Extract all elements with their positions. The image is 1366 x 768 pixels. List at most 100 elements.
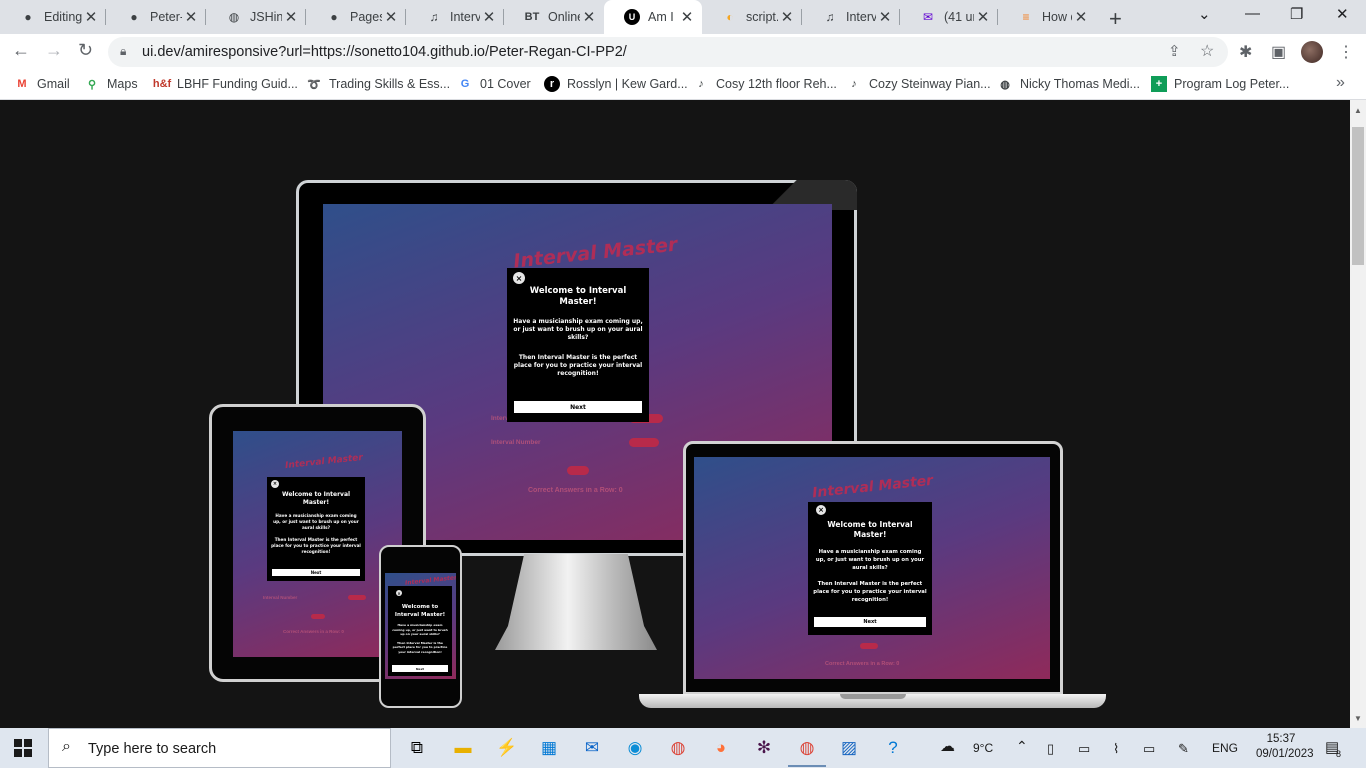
bookmark-rosslyn[interactable]: r Rosslyn | Kew Gard...	[544, 76, 688, 92]
weather-icon[interactable]: ☁	[940, 737, 955, 755]
photos-icon[interactable]: ▨	[837, 736, 861, 760]
tab[interactable]: ✉ (41 un ✕	[900, 0, 998, 34]
bookmark-gmail[interactable]: M Gmail	[14, 76, 69, 92]
submit-button[interactable]	[860, 643, 878, 649]
tab[interactable]: ● Peter-R ✕	[106, 0, 206, 34]
address-bar[interactable]: 🔒︎ ui.dev/amiresponsive?url=https://sone…	[108, 37, 1228, 67]
submit-button[interactable]	[567, 466, 589, 475]
bookmark-trading[interactable]: ➰ Trading Skills & Ess...	[306, 76, 450, 92]
help-icon[interactable]: ?	[881, 736, 905, 760]
next-button[interactable]: Next	[514, 401, 642, 413]
chrome-active-icon[interactable]: ◍	[795, 736, 819, 760]
close-tab-icon[interactable]: ✕	[778, 8, 796, 26]
mail-icon[interactable]: ✉	[580, 736, 604, 760]
interval-number-select[interactable]	[629, 438, 659, 447]
interval-number-select[interactable]	[348, 595, 366, 600]
tab[interactable]: ◍ JSHint ✕	[206, 0, 306, 34]
close-modal-icon[interactable]: ×	[816, 505, 826, 515]
next-button[interactable]: Next	[392, 665, 448, 672]
tab[interactable]: ◐ script.j ✕	[702, 0, 802, 34]
tab[interactable]: ♫ Interva ✕	[802, 0, 900, 34]
scrollbar-thumb[interactable]	[1352, 127, 1364, 265]
tab-title: Editing	[44, 10, 82, 24]
music-note-icon: ♪	[851, 78, 857, 90]
bookmark-star-icon[interactable]: ☆	[1200, 41, 1214, 61]
close-tab-icon[interactable]: ✕	[182, 8, 200, 26]
windows-start-icon[interactable]	[14, 739, 32, 757]
tab[interactable]: ● Pages ✕	[306, 0, 406, 34]
profile-avatar[interactable]	[1301, 41, 1323, 63]
forward-icon[interactable]: →	[45, 40, 63, 61]
back-icon[interactable]: ←	[12, 40, 30, 61]
close-tab-icon[interactable]: ✕	[282, 8, 300, 26]
firefox-icon[interactable]: ◕	[709, 736, 733, 760]
bookmark-cosy[interactable]: ♪ Cosy 12th floor Reh...	[693, 76, 837, 92]
tray-device-icon[interactable]: ▯	[1047, 741, 1054, 757]
edge-icon[interactable]: ◉	[623, 736, 647, 760]
next-button[interactable]: Next	[814, 617, 926, 627]
new-tab-button[interactable]: +	[1109, 6, 1122, 32]
bookmark-maps[interactable]: ⚲ Maps	[84, 76, 138, 92]
reload-icon[interactable]: ↻	[78, 40, 93, 61]
welcome-modal: × Welcome to Interval Master! Have a mus…	[808, 502, 932, 635]
tab[interactable]: ≡ How d ✕	[998, 0, 1096, 34]
close-tab-icon[interactable]: ✕	[876, 8, 894, 26]
bookmark-program-log[interactable]: + Program Log Peter...	[1151, 76, 1289, 92]
submit-button[interactable]	[311, 614, 325, 619]
network-icon[interactable]: ⌇	[1113, 741, 1119, 757]
scroll-down-icon[interactable]: ▼	[1354, 714, 1362, 723]
scroll-up-icon[interactable]: ▲	[1354, 106, 1362, 115]
lock-icon[interactable]: 🔒︎	[120, 44, 126, 59]
clock[interactable]: 15:37 09/01/2023	[1256, 732, 1314, 762]
next-button[interactable]: Next	[272, 569, 360, 576]
language-indicator[interactable]: ENG	[1212, 741, 1238, 755]
close-tab-icon[interactable]: ✕	[580, 8, 598, 26]
bookmark-lbhf[interactable]: h&f LBHF Funding Guid...	[153, 76, 298, 92]
tab[interactable]: BT Online ✕	[504, 0, 604, 34]
share-icon[interactable]: ⇪	[1168, 42, 1181, 60]
vscode-icon[interactable]: ⚡	[495, 736, 519, 760]
bookmark-nicky[interactable]: ◍ Nicky Thomas Medi...	[997, 76, 1140, 92]
page-scrollbar[interactable]: ▲ ▼	[1350, 100, 1366, 728]
task-view-icon[interactable]: ⧉	[405, 736, 429, 760]
bookmark-cover[interactable]: G 01 Cover	[457, 76, 531, 92]
tab[interactable]: ♫ Interva ✕	[406, 0, 504, 34]
close-modal-icon[interactable]: ×	[271, 480, 279, 488]
slack-icon[interactable]: ✻	[752, 736, 776, 760]
tab[interactable]: ● Editing ✕	[0, 0, 106, 34]
side-panel-icon[interactable]: ▣	[1271, 42, 1286, 62]
bookmark-steinway[interactable]: ♪ Cozy Steinway Pian...	[846, 76, 990, 92]
close-tab-icon[interactable]: ✕	[382, 8, 400, 26]
chrome-icon[interactable]: ◍	[666, 736, 690, 760]
more-bookmarks-icon[interactable]: »	[1336, 74, 1345, 92]
tab-title: script.j	[746, 10, 778, 24]
tab-active[interactable]: U Am I R ✕	[604, 0, 702, 34]
close-tab-icon[interactable]: ✕	[82, 8, 100, 26]
tab-search-icon[interactable]: ⌄	[1198, 5, 1211, 23]
tablet-screen: Interval Master Interval Number Correct …	[233, 431, 402, 657]
taskbar-search[interactable]: ⌕ Type here to search	[48, 728, 391, 768]
laptop-notch	[840, 694, 906, 699]
interval-number-label: Interval Number	[263, 595, 298, 600]
restore-icon[interactable]: ❐	[1290, 5, 1303, 23]
extensions-icon[interactable]: ✱	[1239, 42, 1252, 62]
minimize-icon[interactable]: —	[1245, 5, 1260, 22]
close-tab-icon[interactable]: ✕	[678, 8, 696, 26]
close-modal-icon[interactable]: ×	[513, 272, 525, 284]
pen-icon[interactable]: ✎	[1178, 741, 1189, 757]
tray-meet-icon[interactable]: ▭	[1078, 741, 1090, 757]
close-modal-icon[interactable]: ×	[396, 590, 402, 596]
globe-icon: ◍	[1000, 78, 1010, 91]
close-window-icon[interactable]: ✕	[1336, 5, 1349, 23]
streak-text: Correct Answers in a Row: 0	[528, 487, 623, 494]
show-hidden-icons[interactable]: ⌃	[1016, 738, 1028, 755]
battery-icon[interactable]: ▭	[1143, 741, 1155, 757]
close-tab-icon[interactable]: ✕	[974, 8, 992, 26]
file-explorer-icon[interactable]: ▬	[451, 736, 475, 760]
store-icon[interactable]: ▦	[537, 736, 561, 760]
close-tab-icon[interactable]: ✕	[1072, 8, 1090, 26]
search-placeholder: Type here to search	[88, 741, 217, 757]
close-tab-icon[interactable]: ✕	[480, 8, 498, 26]
menu-kebab-icon[interactable]: ⋮	[1338, 42, 1354, 62]
weather-temp[interactable]: 9°C	[973, 741, 993, 755]
